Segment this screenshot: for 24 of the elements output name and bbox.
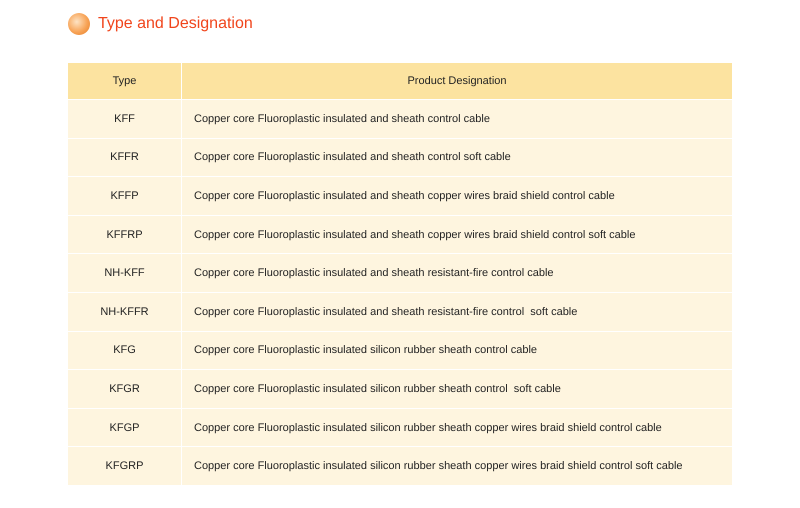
type-cell: KFGR: [68, 370, 181, 408]
section-title: Type and Designation: [98, 15, 253, 33]
type-cell: NH-KFF: [68, 254, 181, 292]
bullet-ball-icon: [68, 13, 90, 35]
column-header: Type: [68, 63, 181, 99]
type-cell: KFGP: [68, 408, 181, 446]
designation-cell: Copper core Fluoroplastic insulated and sheath resistant-fire control soft cable: [181, 292, 732, 331]
designation-cell: Copper core Fluoroplastic insulated silicon rubber sheath copper wires braid shield control soft cable: [181, 447, 732, 485]
type-cell: KFFR: [68, 138, 181, 176]
designation-cell: Copper core Fluoroplastic insulated and sheath copper wires braid shield control cable: [181, 177, 732, 215]
designation-cell: Copper core Fluoroplastic insulated and sheath control cable: [181, 100, 732, 138]
type-cell: KFFP: [68, 177, 181, 215]
designation-cell: Copper core Fluoroplastic insulated and sheath resistant-fire control cable: [181, 254, 732, 292]
designation-cell: Copper core Fluoroplastic insulated silicon rubber sheath copper wires braid shield control cable: [181, 408, 732, 446]
designation-cell: Copper core Fluoroplastic insulated and sheath copper wires braid shield control soft cable: [181, 216, 732, 254]
type-cell: KFG: [68, 332, 181, 370]
type-cell: NH-KFFR: [68, 292, 181, 331]
designation-cell: Copper core Fluoroplastic insulated and sheath control soft cable: [181, 138, 732, 176]
type-cell: KFF: [68, 100, 181, 138]
column-header: Product Designation: [181, 63, 732, 99]
designation-cell: Copper core Fluoroplastic insulated silicon rubber sheath control soft cable: [181, 370, 732, 408]
designation-cell: Copper core Fluoroplastic insulated silicon rubber sheath control cable: [181, 332, 732, 370]
type-cell: KFGRP: [68, 447, 181, 485]
type-cell: KFFRP: [68, 216, 181, 254]
